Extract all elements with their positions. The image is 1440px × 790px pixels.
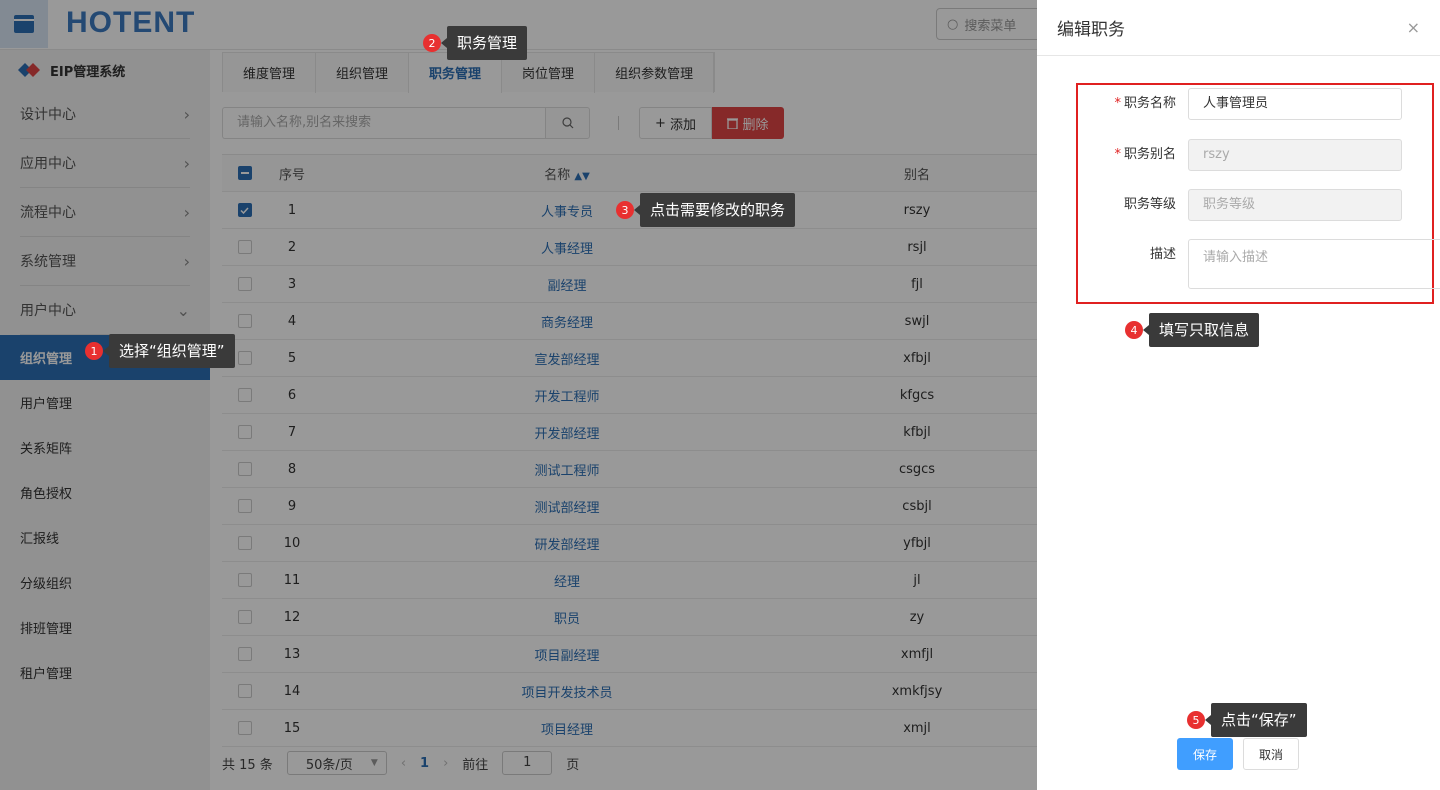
drawer-title: 编辑职务 [1057,20,1125,40]
form-row-alias: * 职务别名 rszy [1078,139,1402,171]
callout-4: 4 填写只取信息 [1125,313,1260,347]
callout-badge: 5 [1187,711,1205,729]
name-label: 职务名称 [1123,96,1176,111]
callout-text: 点击需要修改的职务 [633,193,796,227]
cancel-button[interactable]: 取消 [1243,738,1299,770]
save-button[interactable]: 保存 [1177,738,1233,770]
callout-text: 职务管理 [440,26,528,60]
form-row-name: * 职务名称 人事管理员 [1078,88,1402,120]
callout-badge: 4 [1125,321,1143,339]
callout-2: 2 职务管理 [423,26,528,60]
callout-text: 填写只取信息 [1142,313,1260,347]
modal-overlay[interactable] [0,0,1037,790]
drawer-header: 编辑职务 × [1037,0,1440,56]
close-icon[interactable]: × [1407,18,1420,37]
level-label: 职务等级 [1123,197,1176,212]
callout-badge: 1 [85,342,103,360]
form-highlight-box: * 职务名称 人事管理员 * 职务别名 rszy 职务等级 职务等级 描述 请输入描… [1076,83,1440,304]
callout-5: 5 点击“保存” [1187,703,1307,737]
callout-text: 选择“组织管理” [103,334,235,368]
callout-text: 点击“保存” [1205,703,1307,737]
form-row-level: 职务等级 职务等级 [1078,189,1402,221]
callout-3: 3 点击需要修改的职务 [616,193,796,227]
desc-label: 描述 [1149,247,1176,262]
position-alias-input: rszy [1188,139,1402,171]
callout-1: 1 选择“组织管理” [85,334,235,368]
form-row-desc: 描述 请输入描述 [1078,239,1440,289]
app: HOTENT ○ 搜索菜单 EIP管理系统 设计中心 › 应用中心 › 流程中心 › 系统管… [0,0,1440,790]
callout-badge: 2 [423,34,441,52]
required-mark: * [1114,96,1121,111]
callout-badge: 3 [616,201,634,219]
description-textarea[interactable]: 请输入描述 [1188,239,1440,289]
required-mark: * [1114,147,1121,162]
position-level-input[interactable]: 职务等级 [1188,189,1402,221]
edit-drawer: 编辑职务 × * 职务名称 人事管理员 * 职务别名 rszy 职务等级 职务等级 … [1037,0,1440,790]
alias-label: 职务别名 [1123,147,1176,162]
position-name-input[interactable]: 人事管理员 [1188,88,1402,120]
